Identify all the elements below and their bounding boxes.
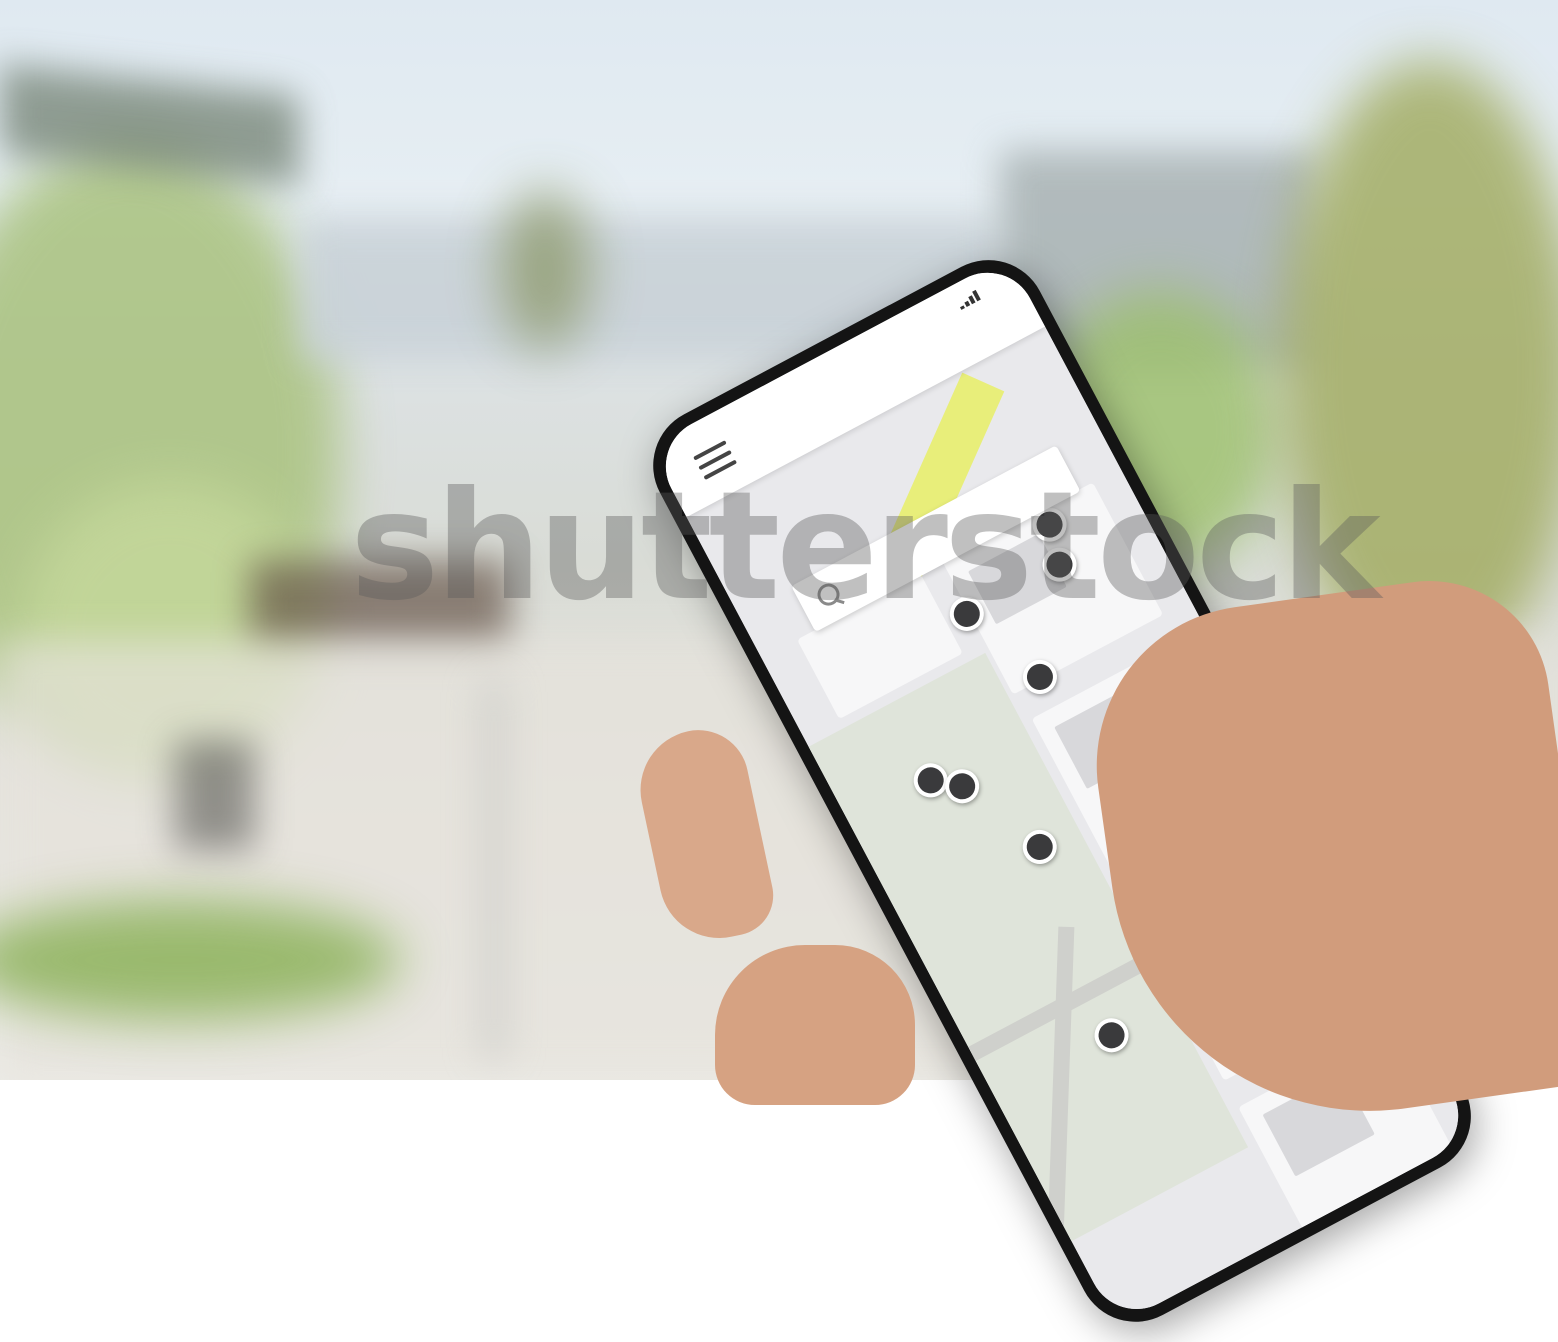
thumb (715, 945, 915, 1105)
watermark-text: shutterstock (350, 460, 1381, 634)
signal-bars-icon (956, 287, 985, 310)
